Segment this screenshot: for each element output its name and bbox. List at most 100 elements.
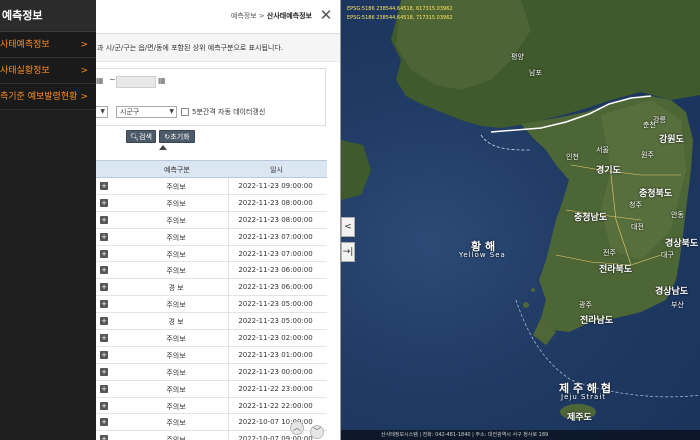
sidebar: 예측정보 사태예측정보 > 사태실황정보 > 측기준 예보발령현황 > <box>0 0 96 440</box>
row-datetime: 2022-11-22 23:00:00 <box>238 384 313 393</box>
sidebar-title: 예측정보 <box>0 0 96 32</box>
forecast-panel: 예측정보 > 산사태예측정보 ✕ 과 시/군/구는 읍/면/동에 포함된 상위 … <box>96 0 341 440</box>
table-row[interactable]: + 경 보 2022-11-23 05:00:00 <box>96 313 327 331</box>
map-label-gyeonggi: 경기도 <box>596 166 621 176</box>
breadcrumb-current: 산사태예측정보 <box>266 12 312 20</box>
map-label-andong: 안동 <box>671 211 684 219</box>
map-view[interactable]: EPSG:5186 238544.64518, 617315.03962 EPS… <box>341 0 700 440</box>
table-row[interactable]: + 주의보 2022-11-23 08:00:00 <box>96 211 327 229</box>
expand-row-icon[interactable]: + <box>100 384 108 393</box>
row-datetime: 2022-11-23 01:00:00 <box>238 350 313 359</box>
expand-row-icon[interactable]: + <box>100 283 108 292</box>
breadcrumb-parent[interactable]: 예측정보 > <box>231 12 265 20</box>
map-label-jeonbuk: 전라북도 <box>599 265 633 275</box>
coordinate-readout-1: EPSG:5186 238544.64518, 617315.03962 <box>347 6 453 12</box>
map-label-jeonju: 전주 <box>603 249 616 257</box>
column-header-category[interactable]: 예측구분 <box>164 165 190 175</box>
expand-row-icon[interactable]: + <box>100 350 108 359</box>
map-label-chungbuk: 충청북도 <box>639 189 673 199</box>
table-row[interactable]: + 주의보 2022-11-23 07:00:00 <box>96 245 327 263</box>
panel-header: 예측정보 > 산사태예측정보 ✕ <box>96 0 340 34</box>
expand-row-icon[interactable]: + <box>100 182 108 190</box>
row-category: 주의보 <box>166 216 186 225</box>
row-category: 주의보 <box>166 199 186 208</box>
sidebar-item-status[interactable]: 사태실황정보 > <box>0 58 96 84</box>
table-row[interactable]: + 경 보 2022-11-23 06:00:00 <box>96 279 327 297</box>
expand-row-icon[interactable]: + <box>100 198 108 207</box>
collapse-filter-icon[interactable] <box>159 145 167 150</box>
expand-row-icon[interactable]: + <box>100 401 108 410</box>
row-category: 주의보 <box>166 183 186 191</box>
row-category: 주의보 <box>166 419 186 428</box>
filter-box: ▦ ~ ▦ ▼ 시군구 ▼ 5분간격 자동 데이터갱신 <box>96 68 326 126</box>
map-footer: 산사태정보시스템 | 전화: 042-481-1840 | 주소: 대전광역시 … <box>341 430 700 440</box>
row-category: 주의보 <box>166 385 186 394</box>
chevron-down-icon: ▼ <box>169 108 174 115</box>
map-label-wonju: 원주 <box>641 151 654 159</box>
sidebar-item-alerts[interactable]: 측기준 예보발령현황 > <box>0 84 96 110</box>
calendar-icon[interactable]: ▦ <box>96 76 105 85</box>
coordinate-readout-2: EPSG:5186 238544.64518, 717315.03962 <box>347 15 453 21</box>
row-category: 주의보 <box>166 402 186 411</box>
table-row[interactable]: + 주의보 2022-11-23 02:00:00 <box>96 330 327 347</box>
table-row[interactable]: + 주의보 2022-11-23 06:00:00 <box>96 262 327 280</box>
table-row[interactable]: + 주의보 2022-11-23 07:00:00 <box>96 228 327 246</box>
column-header-datetime[interactable]: 일시 <box>270 165 283 175</box>
row-datetime: 2022-11-23 05:00:00 <box>238 300 313 309</box>
table-row[interactable]: + 주의보 2022-11-23 08:00:00 <box>96 194 327 212</box>
map-label-gangneung: 강릉 <box>653 116 666 124</box>
map-label-jeonnam: 전라남도 <box>580 316 614 326</box>
table-body: + 주의보 2022-11-23 09:00:00 + 주의보 2022-11-23 08… <box>96 178 327 440</box>
row-category: 경 보 <box>168 318 184 327</box>
row-category: 주의보 <box>166 335 186 344</box>
date-separator: ~ <box>109 75 116 84</box>
expand-row-icon[interactable]: + <box>100 249 108 258</box>
calendar-icon[interactable]: ▦ <box>158 76 167 85</box>
row-datetime: 2022-11-23 08:00:00 <box>238 198 313 207</box>
expand-row-icon[interactable]: + <box>100 418 108 427</box>
row-category: 경 보 <box>168 284 184 293</box>
expand-row-icon[interactable]: + <box>100 300 108 309</box>
forecast-table: 예측구분 일시 + 주의보 2022-11-23 09:00:00 + 주의보 2022-… <box>96 160 327 440</box>
table-row[interactable]: + 주의보 2022-11-23 00:00:00 <box>96 363 327 381</box>
expand-row-icon[interactable]: + <box>100 317 108 326</box>
search-icon: 🔍︎ <box>130 133 139 141</box>
table-header: 예측구분 일시 <box>96 160 327 178</box>
table-row[interactable]: + 주의보 2022-11-22 23:00:00 <box>96 380 327 398</box>
expand-panel-button[interactable]: →| <box>341 242 355 262</box>
sigungu-select-value: 시군구 <box>120 108 140 116</box>
row-datetime: 2022-10-07 10:00:00 <box>238 418 313 427</box>
expand-row-icon[interactable]: + <box>100 266 108 275</box>
map-label-seoul: 서울 <box>596 146 609 154</box>
expand-row-icon[interactable]: + <box>100 334 108 343</box>
expand-row-icon[interactable]: + <box>100 435 108 440</box>
table-row[interactable]: + 주의보 2022-11-23 09:00:00 <box>96 178 327 195</box>
row-datetime: 2022-11-23 06:00:00 <box>238 266 313 275</box>
map-label-daegu: 대구 <box>661 251 674 259</box>
table-row[interactable]: + 주의보 2022-11-23 05:00:00 <box>96 296 327 314</box>
row-datetime: 2022-11-22 22:00:00 <box>238 401 313 410</box>
expand-row-icon[interactable]: + <box>100 215 108 224</box>
search-button[interactable]: 🔍︎검색 <box>126 130 156 143</box>
auto-refresh-checkbox[interactable] <box>181 108 189 116</box>
sidebar-item-forecast[interactable]: 사태예측정보 > <box>0 32 96 58</box>
chevron-right-icon: > <box>80 66 88 76</box>
row-category: 주의보 <box>146 435 206 440</box>
expand-row-icon[interactable]: + <box>100 232 108 241</box>
table-row[interactable]: + 주의보 2022-11-23 01:00:00 <box>96 346 327 364</box>
scroll-down-button[interactable]: ﹀ <box>310 425 324 439</box>
region-select[interactable]: ▼ <box>96 106 108 118</box>
collapse-panel-button[interactable]: < <box>341 217 355 237</box>
reset-button[interactable]: ↻초기화 <box>159 130 195 143</box>
scroll-up-button[interactable]: ︿ <box>290 421 304 435</box>
auto-refresh-label: 5분간격 자동 데이터갱신 <box>192 108 266 116</box>
table-row[interactable]: + 주의보 2022-11-22 22:00:00 <box>96 397 327 415</box>
row-category: 주의보 <box>166 267 186 276</box>
close-button[interactable]: ✕ <box>317 6 335 24</box>
chevron-down-icon: ▼ <box>100 108 105 115</box>
row-datetime: 2022-11-23 02:00:00 <box>238 334 313 343</box>
expand-row-icon[interactable]: + <box>100 367 108 376</box>
sigungu-select[interactable]: 시군구 ▼ <box>116 106 177 118</box>
end-date-input[interactable] <box>116 76 156 88</box>
map-label-gyeongbuk: 경상북도 <box>665 239 699 249</box>
